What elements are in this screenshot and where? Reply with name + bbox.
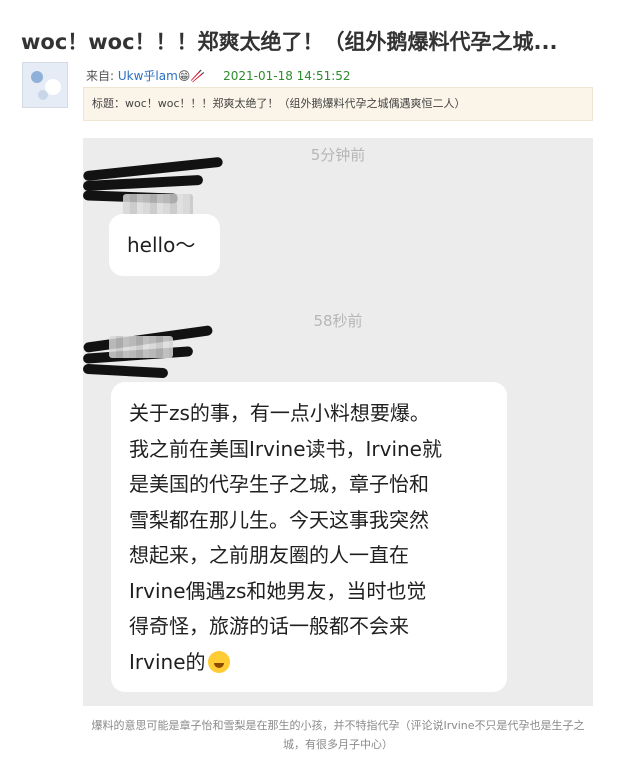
post-timestamp: 2021-01-18 14:51:52 [223,69,351,83]
laughing-emoji-icon [207,650,230,673]
post-title: woc！woc！！！郑爽太绝了！（组外鹅爆料代孕之城... [21,30,558,54]
message-line: 雪梨都在那儿生。今天这事我突然 [129,507,429,532]
author-emoji: 😁🥢 [177,69,206,83]
redaction-scribble [83,363,169,379]
message-line: Irvine偶遇zs和她男友，当时也觉 [129,578,427,603]
image-caption: 爆料的意思可能是章子怡和雪梨是在那生的小孩，并不特指代孕（评论说Irvine不只… [91,719,585,751]
message-line-rest: 起来，之前朋友圈的人一直在 [149,543,409,567]
message-line-prefix: 想 [129,543,149,567]
blurred-name [123,194,193,216]
chat-time-2: 58秒前 [313,312,363,330]
message-line: 得奇怪，旅游的话一般都不会来 [129,614,409,638]
quote-box: 标题：woc！woc！！！郑爽太绝了！（组外鹅爆料代孕之城偶遇爽恒二人） [83,87,593,121]
avatar[interactable] [22,62,68,108]
post-meta: 来自: Ukw乎lam😁🥢 2021-01-18 14:51:52 [86,67,351,84]
chat-bubble-1: hello～ [109,214,220,276]
message-line-text: Irvine的 [129,649,206,674]
message-line: 是美国的代孕生子之城，章子怡和 [129,472,429,496]
message-line: 我之前在美国Irvine读书，Irvine就 [129,436,442,461]
chat-screenshot: 5分钟前 hello～ 58秒前 关于zs的事，有一点小料想要爆。 我之前在美国… [83,138,593,706]
message-line: Irvine的 [129,645,493,681]
author-link[interactable]: Ukw乎lam [118,69,178,83]
message-line: 想起来，之前朋友圈的人一直在 [129,538,493,574]
message-line: 关于zs的事，有一点小料想要爆。 [129,401,430,425]
avatar-image [23,63,67,107]
chat-bubble-2: 关于zs的事，有一点小料想要爆。 我之前在美国Irvine读书，Irvine就 … [111,382,507,692]
from-label: 来自: [86,69,115,83]
blurred-name [109,336,173,358]
chat-time-1: 5分钟前 [310,146,366,164]
